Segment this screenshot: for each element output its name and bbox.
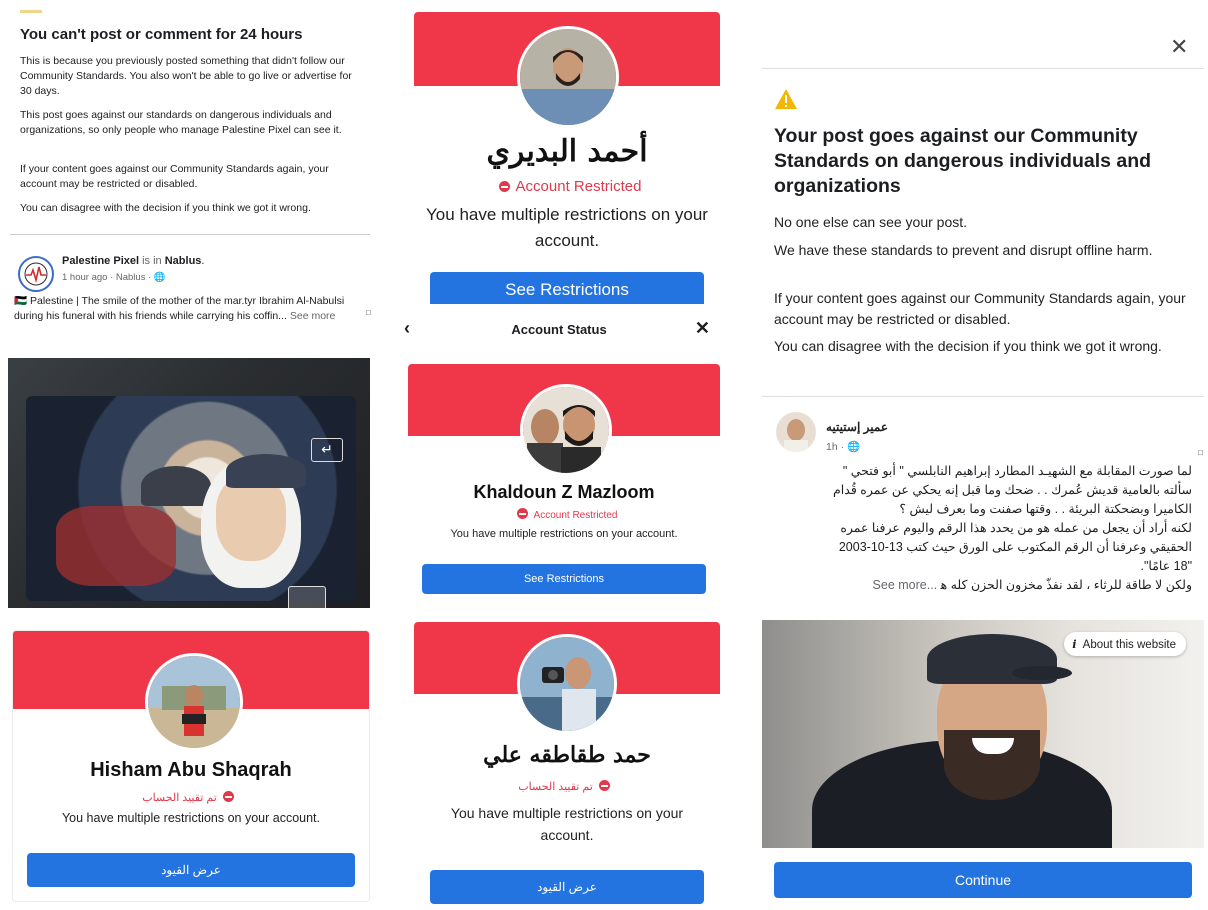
violation-paragraph-3: If your content goes against our Communi… (774, 290, 1186, 327)
arabic-post-text: لما صورت المقابلة مع الشهيـد المطارد إبر… (772, 462, 1192, 595)
notice-paragraph-3: If your content goes against our Communi… (20, 163, 329, 190)
small-square-icon: □ (366, 308, 371, 317)
account-status-title: Account Status (511, 322, 607, 337)
account-restricted-status: Account Restricted (408, 508, 720, 521)
is-in-text: is in (142, 255, 162, 267)
globe-icon: 🌐 (153, 272, 166, 283)
account-restricted-status: Account Restricted (414, 178, 720, 195)
account-status-header: ‹ Account Status ✕ (394, 310, 724, 350)
minus-circle-icon (498, 181, 510, 192)
post-line-last: ولكن لا طاقة للرثاء ، لقد نفذّ مخزون الح… (772, 576, 1192, 595)
restriction-message: You have multiple restrictions on your a… (426, 205, 708, 250)
continue-button[interactable]: Continue (774, 862, 1192, 898)
post-line: الحقيقي وعرفنا أن الرقم المكتوب على الور… (838, 540, 1192, 554)
person-photo-icon (776, 412, 816, 452)
warning-icon (775, 89, 797, 109)
post-meta-text: 1 hour ago · Nablus · (62, 272, 154, 283)
restriction-message: You have multiple restrictions on your a… (450, 805, 684, 843)
photo-face (216, 476, 286, 561)
profile-avatar (520, 384, 612, 476)
author-avatar[interactable] (776, 412, 816, 452)
about-this-website-button[interactable]: i About this website (1064, 632, 1186, 656)
person-photo-icon (523, 387, 609, 473)
see-restrictions-button[interactable]: See Restrictions (422, 564, 706, 594)
violation-paragraph-2: We have these standards to prevent and d… (774, 242, 1153, 258)
palestine-pixel-avatar[interactable] (18, 256, 54, 292)
restriction-message: You have multiple restrictions on your a… (61, 811, 320, 825)
photo-cap (141, 466, 211, 506)
post-meta: 1 hour ago · Nablus · 🌐 (62, 272, 166, 283)
author-name[interactable]: عمير إستيتيه (826, 420, 888, 434)
profile-card-ahmad: أحمد البديري Account Restricted You have… (414, 12, 720, 304)
violation-title: Your post goes against our Community Sta… (774, 125, 1152, 197)
accent-bar (20, 10, 42, 13)
person-photo-icon (148, 656, 240, 748)
profile-name: حمد طقاطقه علي (483, 742, 651, 768)
camera-button-icon (288, 586, 326, 608)
account-restricted-status: تم تقييد الحساب (13, 791, 369, 804)
profile-name: Khaldoun Z Mazloom (473, 482, 655, 502)
minus-circle-icon (516, 508, 528, 519)
info-icon: i (1072, 637, 1077, 651)
post-line: "18 عامًا". (1140, 559, 1193, 573)
notice-title: You can't post or comment for 24 hours (20, 26, 303, 43)
pulse-logo-icon (24, 262, 48, 286)
see-more-link[interactable]: See more (290, 310, 336, 322)
account-restricted-status: تم تقييد الحساب (414, 780, 720, 793)
post-meta-text: 1h · (826, 441, 848, 453)
profile-avatar (517, 634, 617, 734)
globe-icon: 🌐 (847, 441, 861, 453)
post-line: لكنه أراد أن يجعل من عمله هو من يحدد هذا… (840, 521, 1192, 535)
profile-card-hisham: Hisham Abu Shaqrah تم تقييد الحساب You h… (12, 630, 370, 902)
post-meta: 1h · 🌐 (826, 440, 860, 453)
page-name-link[interactable]: Palestine Pixel (62, 255, 139, 267)
photo-crowd (56, 506, 176, 586)
funeral-photo[interactable]: ↵ ◀ ⌕ (8, 358, 370, 608)
about-label: About this website (1082, 639, 1176, 651)
profile-avatar (517, 26, 619, 128)
notice-paragraph-2: This post goes against our standards on … (20, 109, 342, 136)
see-restrictions-button[interactable]: عرض القيود (27, 853, 355, 887)
photo-cap-brim (1012, 666, 1072, 680)
profile-card-hamad: حمد طقاطقه علي تم تقييد الحساب You have … (414, 622, 720, 906)
divider (762, 68, 1204, 69)
see-restrictions-button[interactable]: See Restrictions (430, 272, 704, 304)
profile-card-khaldoun: Khaldoun Z Mazloom Account Restricted Yo… (408, 364, 720, 608)
notice-paragraph-4: You can disagree with the decision if yo… (20, 202, 311, 214)
minus-circle-icon (222, 791, 234, 802)
post-line: الكاميرا وبضحكتة البريئة . . وقتها صفنت … (899, 502, 1192, 516)
small-square-icon: □ (1198, 448, 1203, 457)
photo-cap-2 (226, 454, 306, 488)
person-photo-icon (520, 637, 614, 731)
violation-paragraph-4: You can disagree with the decision if yo… (774, 338, 1162, 354)
post-text: 🇵🇸 Palestine | The smile of the mother o… (14, 294, 360, 324)
person-photo-icon (520, 29, 616, 125)
profile-name: Hisham Abu Shaqrah (90, 759, 292, 781)
camera-back-icon: ↵ (311, 438, 343, 462)
violation-paragraph-1: No one else can see your post. (774, 214, 968, 230)
post-header-period: . (201, 255, 205, 267)
post-photo[interactable]: i About this website (762, 620, 1204, 848)
profile-name: أحمد البديري (486, 134, 648, 169)
status-text: Account Restricted (515, 178, 642, 195)
see-more-link[interactable]: See more... (873, 578, 938, 592)
status-text: تم تقييد الحساب (518, 781, 593, 793)
profile-avatar (145, 653, 243, 751)
post-line: لما صورت المقابلة مع الشهيـد المطارد إبر… (842, 464, 1192, 478)
see-restrictions-button[interactable]: عرض القيود (430, 870, 704, 904)
location-link[interactable]: Nablus (165, 255, 202, 267)
minus-circle-icon (598, 780, 610, 791)
close-icon[interactable]: ✕ (695, 318, 710, 339)
post-line: ولكن لا طاقة للرثاء ، لقد نفذّ مخزون الح… (940, 578, 1192, 592)
post-header: Palestine Pixel is in Nablus. (62, 255, 204, 267)
notice-paragraph-1: This is because you previously posted so… (20, 55, 352, 97)
status-text: Account Restricted (533, 510, 618, 521)
camera-screen: ↵ ◀ ⌕ (26, 396, 356, 608)
close-icon[interactable]: ✕ (1170, 34, 1188, 60)
post-line: سألته بالعامية قديش عُمرك . . ضحك وما قب… (833, 483, 1192, 497)
divider (762, 396, 1204, 397)
divider (10, 234, 370, 235)
status-text: تم تقييد الحساب (142, 792, 217, 804)
restriction-message: You have multiple restrictions on your a… (450, 528, 678, 540)
